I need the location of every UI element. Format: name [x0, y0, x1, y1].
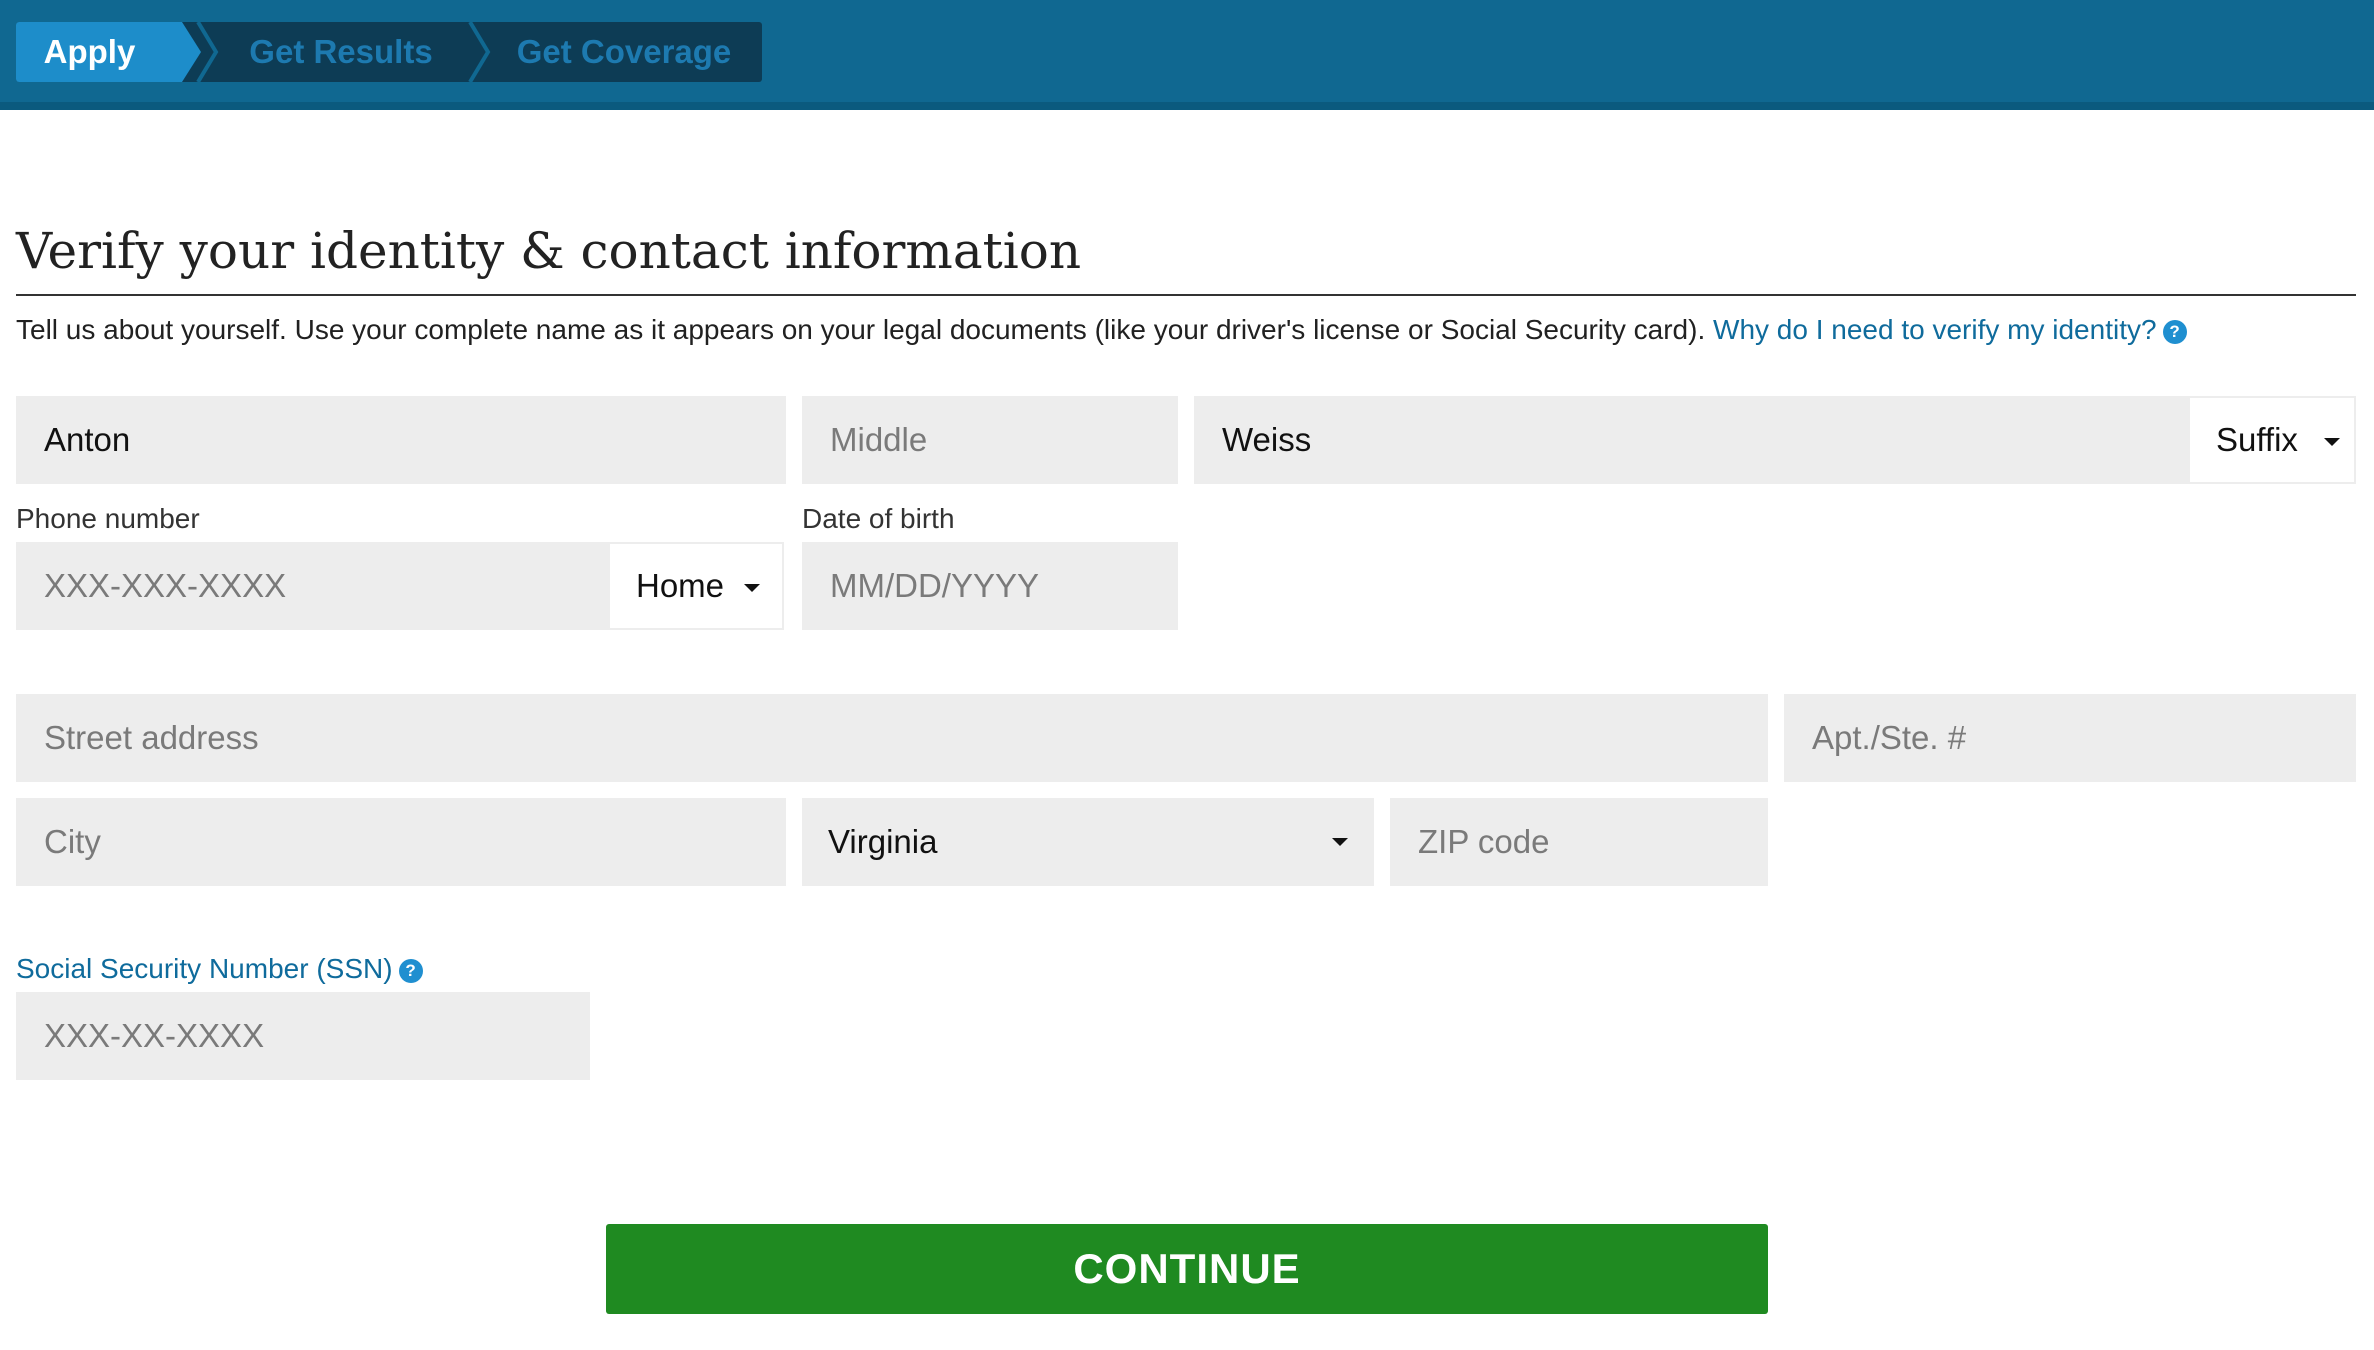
chevron-down-icon — [2324, 438, 2340, 446]
phone-type-select[interactable]: Home — [608, 542, 784, 630]
street-address-input[interactable] — [16, 694, 1768, 782]
top-header-bar: Apply Get Results Get Coverage — [0, 0, 2374, 110]
city-input[interactable] — [16, 798, 786, 886]
apt-suite-input[interactable] — [1784, 694, 2356, 782]
continue-button[interactable]: CONTINUE — [606, 1224, 1768, 1314]
title-divider — [16, 294, 2356, 296]
ssn-label-text: Social Security Number (SSN) — [16, 953, 393, 984]
intro-description: Tell us about yourself. Use your complet… — [16, 314, 1706, 345]
step-apply[interactable]: Apply — [16, 22, 201, 82]
chevron-down-icon — [1332, 838, 1348, 846]
dob-label: Date of birth — [802, 503, 955, 534]
last-name-input[interactable] — [1194, 396, 2190, 484]
phone-type-value: Home — [636, 567, 725, 604]
ssn-input[interactable] — [16, 992, 590, 1080]
dob-input[interactable] — [802, 542, 1178, 630]
ssn-label[interactable]: Social Security Number (SSN)? — [16, 953, 423, 985]
question-circle-icon[interactable]: ? — [2162, 320, 2187, 344]
intro-text: Tell us about yourself. Use your complet… — [16, 314, 2187, 346]
chevron-down-icon — [744, 584, 760, 592]
zip-code-input[interactable] — [1390, 798, 1768, 886]
verify-identity-link[interactable]: Why do I need to verify my identity? — [1713, 314, 2157, 345]
suffix-select-value: Suffix — [2216, 421, 2298, 458]
question-circle-icon[interactable]: ? — [398, 959, 423, 983]
page-title: Verify your identity & contact informati… — [16, 222, 1082, 280]
step-results-label: Get Results — [249, 33, 433, 70]
progress-steps: Apply Get Results Get Coverage — [16, 22, 762, 82]
phone-label: Phone number — [16, 503, 200, 534]
first-name-input[interactable] — [16, 396, 786, 484]
phone-input[interactable] — [16, 542, 608, 630]
middle-name-input[interactable] — [802, 396, 1178, 484]
step-coverage-label: Get Coverage — [516, 33, 732, 70]
state-select-value: Virginia — [828, 823, 938, 860]
step-apply-label: Apply — [43, 33, 136, 70]
step-get-results[interactable]: Get Results — [211, 22, 471, 82]
suffix-select[interactable]: Suffix — [2188, 396, 2356, 484]
state-select[interactable]: Virginia — [802, 798, 1374, 886]
step-get-coverage[interactable]: Get Coverage — [486, 22, 762, 82]
